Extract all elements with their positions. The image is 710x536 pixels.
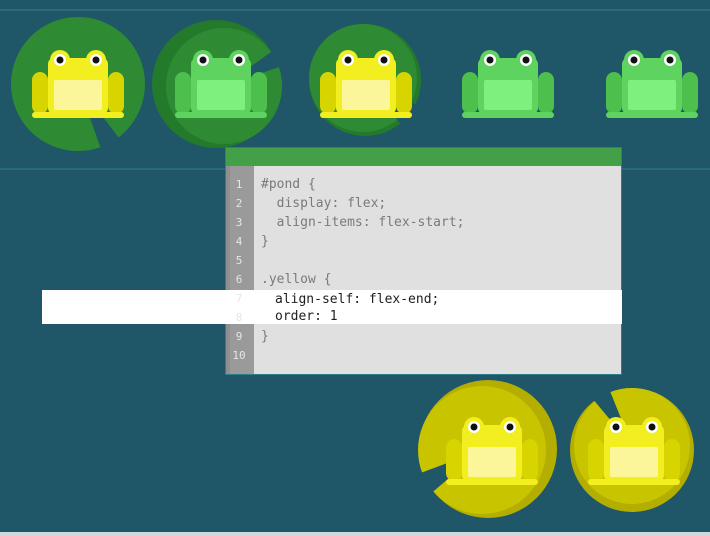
line-number: 7 [235,292,243,305]
code-line: align-items: flex-start; [261,215,465,230]
frog-yellow-1-icon [32,50,124,118]
code-line: .yellow { [261,272,332,287]
line-number: 6 [235,273,243,286]
line-number: 5 [235,254,243,267]
css-input-line[interactable]: order: 1 [275,308,338,325]
pond-bottom-border [0,532,710,536]
frog-yellow-6-icon [446,417,538,485]
frog-green-5-icon [606,50,698,118]
frog-yellow-7-icon [588,417,680,485]
line-number: 1 [235,178,243,191]
code-line: } [261,234,269,249]
line-number: 3 [235,216,243,229]
frog-green-2-icon [175,50,267,118]
frog-yellow-3-icon [320,50,412,118]
line-number: 8 [235,311,243,324]
editor-header [226,148,621,166]
css-input-line[interactable]: align-self: flex-end; [275,291,439,308]
code-line: #pond { [261,177,316,192]
line-number: 2 [235,197,243,210]
code-line: display: flex; [261,196,387,211]
code-line: } [261,329,269,344]
line-number: 9 [235,330,243,343]
pond-top-border [0,9,710,11]
line-number: 4 [235,235,243,248]
line-number: 10 [232,349,246,362]
frog-green-4-icon [462,50,554,118]
